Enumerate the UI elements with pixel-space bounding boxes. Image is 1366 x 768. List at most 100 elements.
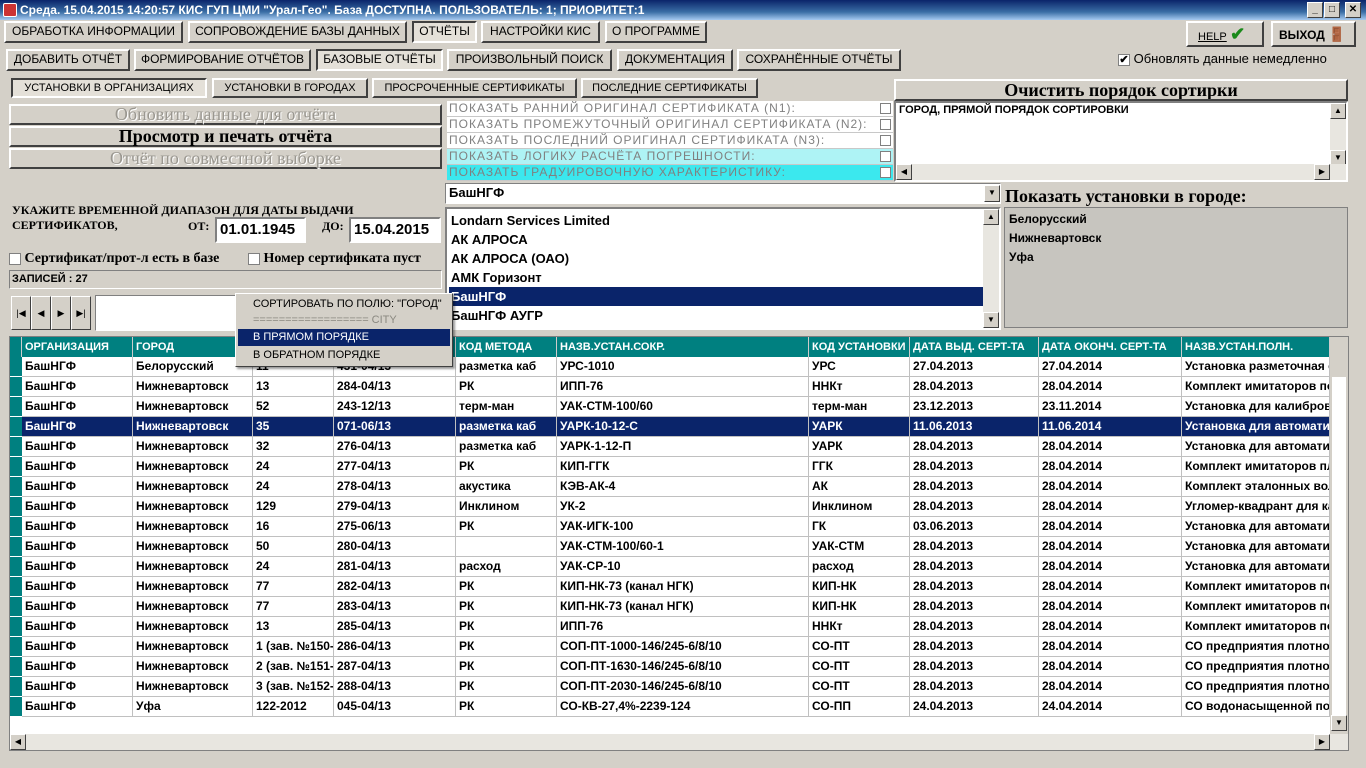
option-calibration-curve[interactable]: ПОКАЗАТЬ ГРАДУИРОВОЧНУЮ ХАРАКТЕРИСТИКУ: [447, 165, 893, 181]
close-button[interactable]: ✕ [1345, 2, 1361, 18]
table-cell[interactable]: 28.04.2013 [910, 537, 1039, 557]
table-cell[interactable]: ННКт [809, 617, 910, 637]
table-cell[interactable]: РК [456, 377, 557, 397]
grid-vertical-scrollbar[interactable]: ▼ [1330, 337, 1348, 734]
row-indicator[interactable] [10, 497, 22, 517]
table-cell[interactable]: 24.04.2013 [910, 697, 1039, 717]
menu-item-sort-asc[interactable]: В ПРЯМОМ ПОРЯДКЕ [238, 329, 450, 346]
menu-item-sort-by[interactable]: СОРТИРОВАТЬ ПО ПОЛЮ: "ГОРОД" [238, 296, 450, 313]
table-cell[interactable]: Установка разметочная с [1182, 357, 1330, 377]
option-checkbox[interactable] [880, 119, 891, 130]
row-indicator[interactable] [10, 517, 22, 537]
table-cell[interactable]: 03.06.2013 [910, 517, 1039, 537]
table-cell[interactable]: Нижневартовск [133, 517, 253, 537]
table-cell[interactable]: Нижневартовск [133, 377, 253, 397]
table-cell[interactable]: БашНГФ [22, 457, 133, 477]
table-cell[interactable]: Нижневартовск [133, 617, 253, 637]
table-cell[interactable]: Установка для автоматиз [1182, 557, 1330, 577]
exit-button[interactable]: ВЫХОД 🚪 [1271, 21, 1356, 47]
scroll-up-icon[interactable]: ▲ [983, 209, 999, 225]
table-cell[interactable]: 284-04/13 [334, 377, 456, 397]
table-cell[interactable]: 28.04.2014 [1039, 617, 1182, 637]
table-cell[interactable]: 35 [253, 417, 334, 437]
table-cell[interactable]: 27.04.2014 [1039, 357, 1182, 377]
nav-last-button[interactable]: ▶| [71, 296, 91, 330]
column-header[interactable]: КОД УСТАНОВКИ [809, 337, 910, 357]
menu-settings[interactable]: НАСТРОЙКИ КИС [481, 21, 600, 43]
sort-horizontal-scrollbar[interactable]: ◀ ▶ [896, 164, 1346, 180]
table-cell[interactable]: расход [809, 557, 910, 577]
row-indicator[interactable] [10, 697, 22, 717]
table-cell[interactable]: 24 [253, 457, 334, 477]
table-cell[interactable]: УАРК-1-12-П [557, 437, 809, 457]
table-cell[interactable]: 285-04/13 [334, 617, 456, 637]
table-cell[interactable]: БашНГФ [22, 657, 133, 677]
table-cell[interactable]: БашНГФ [22, 677, 133, 697]
table-cell[interactable]: 287-04/13 [334, 657, 456, 677]
table-cell[interactable]: Комплект эталонных вол [1182, 477, 1330, 497]
table-cell[interactable]: 28.04.2013 [910, 637, 1039, 657]
table-cell[interactable]: Уфа [133, 697, 253, 717]
table-cell[interactable]: 28.04.2013 [910, 497, 1039, 517]
scroll-down-icon[interactable]: ▼ [983, 312, 999, 328]
table-cell[interactable]: СО предприятия плотнос [1182, 637, 1330, 657]
column-header[interactable]: ДАТА ОКОНЧ. СЕРТ-ТА [1039, 337, 1182, 357]
table-cell[interactable]: 23.12.2013 [910, 397, 1039, 417]
table-cell[interactable]: 28.04.2013 [910, 477, 1039, 497]
table-cell[interactable]: 28.04.2014 [1039, 657, 1182, 677]
column-header[interactable]: ОРГАНИЗАЦИЯ [22, 337, 133, 357]
table-cell[interactable]: СО предприятия плотнос [1182, 657, 1330, 677]
tab-installations-by-city[interactable]: УСТАНОВКИ В ГОРОДАХ [212, 78, 368, 98]
table-cell[interactable]: СОП-ПТ-1000-146/245-6/8/10 [557, 637, 809, 657]
minimize-button[interactable]: _ [1307, 2, 1323, 18]
table-cell[interactable]: Комплект имитаторов пор [1182, 577, 1330, 597]
table-cell[interactable]: Нижневартовск [133, 497, 253, 517]
row-indicator[interactable] [10, 377, 22, 397]
table-cell[interactable]: 27.04.2013 [910, 357, 1039, 377]
certificates-grid[interactable]: ОРГАНИЗАЦИЯ ГОРОД КОД МЕТОДА НАЗВ.УСТАН.… [9, 336, 1349, 751]
row-indicator[interactable] [10, 537, 22, 557]
row-indicator[interactable] [10, 457, 22, 477]
auto-update-checkbox[interactable]: ✔ [1118, 53, 1130, 66]
table-cell[interactable]: РК [456, 657, 557, 677]
list-item[interactable]: АК АЛРОСА [449, 230, 984, 249]
option-checkbox[interactable] [880, 151, 891, 162]
row-indicator[interactable] [10, 597, 22, 617]
org-combobox[interactable]: БашНГФ ▼ [445, 183, 1001, 204]
table-cell[interactable]: разметка каб [456, 437, 557, 457]
table-row[interactable]: БашНГФ Нижневартовск 13 285-04/13 РК ИПП-76 НН… [10, 617, 1348, 637]
table-cell[interactable]: УАК-СР-10 [557, 557, 809, 577]
table-cell[interactable]: ННКт [809, 377, 910, 397]
table-cell[interactable]: Установка для автоматиз [1182, 437, 1330, 457]
table-cell[interactable]: УАРК [809, 417, 910, 437]
table-cell[interactable]: 24.04.2014 [1039, 697, 1182, 717]
table-cell[interactable]: 32 [253, 437, 334, 457]
table-cell[interactable]: 288-04/13 [334, 677, 456, 697]
table-cell[interactable]: СО-ПТ [809, 637, 910, 657]
nav-next-button[interactable]: ▶ [51, 296, 71, 330]
table-cell[interactable]: БашНГФ [22, 697, 133, 717]
table-row[interactable]: БашНГФ Уфа 122-2012 045-04/13 РК СО-КВ-27,4%-… [10, 697, 1348, 717]
list-item[interactable]: АМК Горизонт [449, 268, 984, 287]
table-cell[interactable]: 28.04.2013 [910, 677, 1039, 697]
table-cell[interactable]: БашНГФ [22, 377, 133, 397]
option-original-n2[interactable]: ПОКАЗАТЬ ПРОМЕЖУТОЧНЫЙ ОРИГИНАЛ СЕРТИФИК… [447, 117, 893, 133]
table-cell[interactable]: УАК-СТМ [809, 537, 910, 557]
list-item[interactable]: Уфа [1007, 248, 1034, 267]
date-to-field[interactable]: 15.04.2015 [349, 217, 441, 243]
help-button[interactable]: HELP ✔ [1186, 21, 1264, 47]
table-cell[interactable]: КИП-НК-73 (канал НГК) [557, 577, 809, 597]
table-cell[interactable]: 23.11.2014 [1039, 397, 1182, 417]
table-cell[interactable]: КИП-НК [809, 597, 910, 617]
table-cell[interactable]: 28.04.2014 [1039, 537, 1182, 557]
table-row[interactable]: БашНГФ Нижневартовск 1 (зав. №150- 286-04/1… [10, 637, 1348, 657]
table-cell[interactable]: разметка каб [456, 417, 557, 437]
tab-saved-reports[interactable]: СОХРАНЁННЫЕ ОТЧЁТЫ [737, 49, 901, 71]
option-checkbox[interactable] [880, 103, 891, 114]
sort-vertical-scrollbar[interactable]: ▲ ▼ [1330, 103, 1346, 166]
table-cell[interactable]: Нижневартовск [133, 677, 253, 697]
date-from-field[interactable]: 01.01.1945 [215, 217, 306, 243]
table-cell[interactable]: 28.04.2013 [910, 457, 1039, 477]
table-cell[interactable]: РК [456, 597, 557, 617]
table-cell[interactable]: 122-2012 [253, 697, 334, 717]
